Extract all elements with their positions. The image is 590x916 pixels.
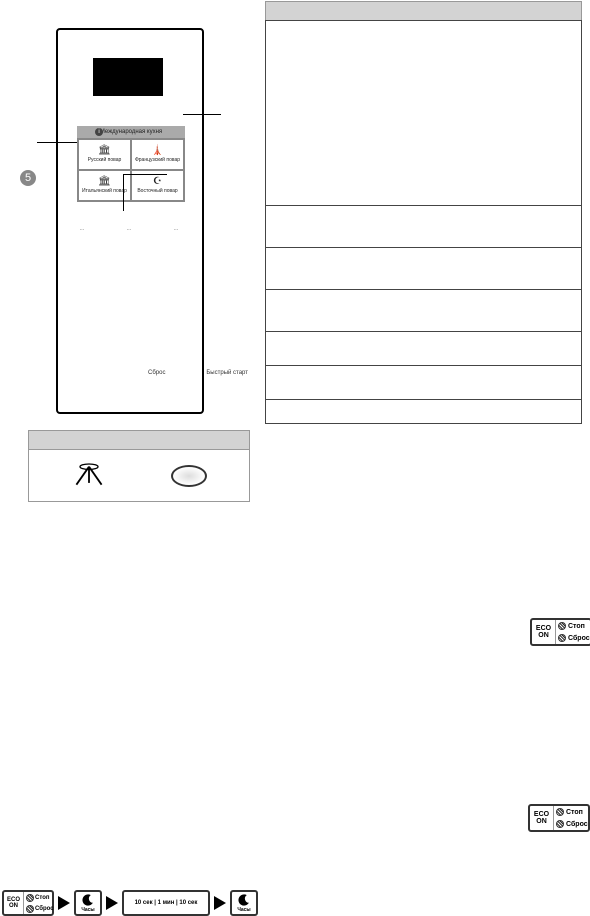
table-row bbox=[265, 366, 582, 400]
reset-icon bbox=[556, 820, 564, 828]
cuisine-russian-button[interactable]: 🏛 Русский повар bbox=[78, 139, 131, 170]
accessories-box bbox=[28, 430, 250, 506]
stop-icon bbox=[556, 808, 564, 816]
on-label: ON bbox=[538, 632, 549, 639]
eco-side: ECO ON bbox=[530, 806, 554, 830]
on-label: ON bbox=[536, 818, 547, 825]
reset-icon bbox=[26, 905, 34, 913]
turntable-plate-icon bbox=[171, 465, 207, 487]
callout-badge-5: 5 bbox=[20, 170, 36, 186]
seq-eco-stop-button[interactable]: ECO ON Стоп Сброс bbox=[2, 890, 54, 916]
stop-label: Стоп bbox=[568, 623, 585, 630]
clock-label: Часы bbox=[81, 907, 94, 913]
eco-side: ECO ON bbox=[532, 620, 556, 644]
middle-control-2[interactable]: ... bbox=[109, 226, 149, 246]
clock-label: Часы bbox=[237, 907, 250, 913]
table-row bbox=[265, 20, 582, 206]
seq-time-button[interactable]: 10 сек | 1 мин | 10 сек bbox=[122, 890, 210, 916]
table-row bbox=[265, 248, 582, 290]
middle-control-1[interactable]: ... bbox=[62, 226, 102, 246]
cuisine-label: Итальянский повар bbox=[82, 188, 127, 194]
cuisine-header-label: Международная кухня bbox=[100, 129, 162, 135]
reset-label: Сброс bbox=[35, 906, 54, 912]
quick-start-button[interactable]: Быстрый старт bbox=[206, 370, 248, 376]
arrow-icon bbox=[214, 896, 226, 910]
stop-icon bbox=[558, 622, 566, 630]
reset-label: Сброс bbox=[566, 821, 588, 828]
moon-icon bbox=[81, 893, 95, 907]
cuisine-label: Французский повар bbox=[135, 157, 180, 163]
arrow-icon bbox=[106, 896, 118, 910]
accessories-header bbox=[28, 430, 250, 450]
table-row bbox=[265, 332, 582, 366]
stop-reset-side: Стоп Сброс bbox=[554, 806, 590, 830]
bottom-button-row: Сброс Быстрый старт bbox=[148, 370, 248, 376]
eco-label: ECO bbox=[536, 625, 551, 632]
on-label: ON bbox=[9, 903, 18, 909]
tower-icon: 🗼 bbox=[151, 146, 163, 156]
eco-stop-button[interactable]: ECO ON Стоп Сброс bbox=[530, 618, 590, 646]
eco-stop-button[interactable]: ECO ON Стоп Сброс bbox=[528, 804, 590, 832]
display-screen bbox=[93, 58, 163, 96]
accessories-body bbox=[28, 450, 250, 502]
stop-label: Стоп bbox=[566, 809, 583, 816]
callout-line bbox=[123, 174, 167, 211]
eco-label: ECO bbox=[534, 811, 549, 818]
middle-control-3[interactable]: ... bbox=[156, 226, 196, 246]
table-header-bar bbox=[265, 1, 582, 21]
cuisine-french-button[interactable]: 🗼 Французский повар bbox=[131, 139, 184, 170]
building-icon: 🏛 bbox=[98, 177, 111, 187]
reset-button[interactable]: Сброс bbox=[148, 370, 165, 376]
stop-reset-side: Стоп Сброс bbox=[556, 620, 590, 644]
microwave-control-panel: i Международная кухня 🏛 Русский повар 🗼 … bbox=[56, 28, 204, 414]
middle-controls-row: ... ... ... bbox=[62, 226, 196, 246]
reset-label: Сброс bbox=[568, 635, 590, 642]
seq-clock-button[interactable]: Часы bbox=[230, 890, 258, 916]
button-sequence: ECO ON Стоп Сброс Часы 10 сек | 1 мин | … bbox=[2, 890, 258, 916]
time-options: 10 сек | 1 мин | 10 сек bbox=[135, 900, 198, 906]
table-row bbox=[265, 206, 582, 248]
table-row bbox=[265, 290, 582, 332]
table-row bbox=[265, 400, 582, 424]
cuisine-label: Русский повар bbox=[88, 157, 122, 163]
reset-icon bbox=[558, 634, 566, 642]
building-icon: 🏛 bbox=[98, 146, 111, 156]
arrow-icon bbox=[58, 896, 70, 910]
callout-line bbox=[183, 114, 221, 115]
moon-icon bbox=[237, 893, 251, 907]
stop-label: Стоп bbox=[35, 895, 49, 901]
tripod-stand-icon bbox=[71, 458, 107, 493]
info-icon: i bbox=[95, 128, 103, 136]
cuisine-header: i Международная кухня bbox=[77, 126, 185, 138]
seq-clock-button[interactable]: Часы bbox=[74, 890, 102, 916]
description-table bbox=[265, 20, 582, 424]
callout-line bbox=[37, 142, 77, 143]
stop-icon bbox=[26, 894, 34, 902]
